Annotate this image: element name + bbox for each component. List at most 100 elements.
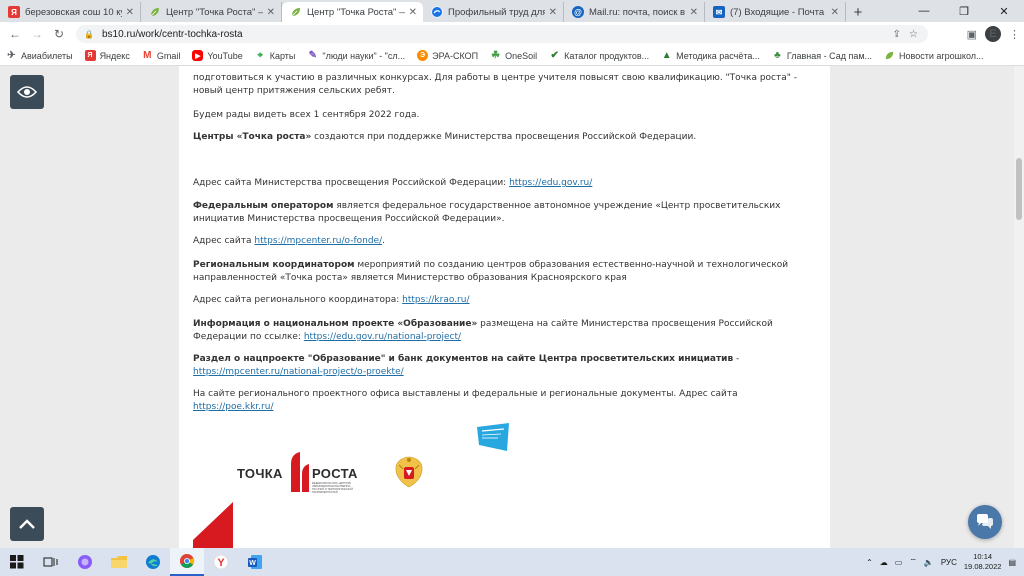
url-text: bs10.ru/work/centr-tochka-rosta (102, 28, 243, 40)
browser-tab[interactable]: Я березовская сош 10 курат ✕ (0, 2, 141, 22)
bookmark-item[interactable]: Новости агрошкол... (884, 50, 984, 61)
yandex-browser-icon[interactable]: Y (204, 548, 238, 576)
windows-taskbar: Y W ⌃ ☁ ▭ ⌔ 🔈 РУС 10:14 19.08.2022 ▤ (0, 548, 1024, 576)
mail-envelope-icon: ✉ (713, 6, 725, 18)
browser-tab[interactable]: @ Mail.ru: почта, поиск в инт ✕ (564, 2, 705, 22)
national-project-link[interactable]: https://edu.gov.ru/national-project/ (304, 332, 461, 342)
word-icon[interactable]: W (238, 548, 272, 576)
method-icon: ▲ (661, 50, 672, 61)
article-paragraph: Информация о национальном проекте «Образ… (193, 319, 773, 342)
network-icon[interactable]: ⌔ (909, 557, 917, 567)
yandex-icon: Я (8, 6, 20, 18)
article-paragraph: Будем рады видеть всех 1 сентября 2022 г… (193, 110, 420, 120)
close-window-icon[interactable]: ✕ (984, 0, 1024, 22)
volume-icon[interactable]: 🔈 (924, 558, 934, 567)
leaf-icon (149, 6, 161, 18)
accessibility-eye-button[interactable] (10, 75, 44, 109)
bookmark-item[interactable]: ☘ OneSoil (490, 50, 537, 61)
scroll-to-top-button[interactable] (10, 507, 44, 541)
close-tab-icon[interactable]: ✕ (267, 7, 275, 18)
address-bar[interactable]: 🔒 bs10.ru/work/centr-tochka-rosta ⇪ ☆ (76, 25, 928, 43)
onesoil-icon: ☘ (491, 50, 501, 61)
tab-title: Профильный труд для уча (448, 6, 545, 18)
page-viewport: подготовиться к участию в различных конк… (0, 66, 1014, 548)
browser-tab[interactable]: Центр "Точка Роста" — Му ✕ (141, 2, 282, 22)
close-tab-icon[interactable]: ✕ (831, 7, 839, 18)
article-paragraph: На сайте регионального проектного офиса … (193, 389, 738, 412)
notification-icon[interactable]: ▤ (1008, 558, 1016, 567)
coat-of-arms-emblem (393, 455, 425, 489)
article-paragraph: Адрес сайта https://mpcenter.ru/o-fonde/… (193, 236, 385, 246)
tab-title: Центр "Точка Роста" — Му (307, 6, 405, 18)
article-paragraph: Адрес сайта Министерства просвещения Рос… (193, 178, 593, 188)
back-arrow-icon[interactable]: ← (4, 23, 26, 45)
red-decor-shape (193, 502, 233, 548)
chat-button[interactable] (968, 505, 1002, 539)
start-icon[interactable] (0, 548, 34, 576)
file-explorer-icon[interactable] (102, 548, 136, 576)
cortana-icon[interactable] (68, 548, 102, 576)
clock[interactable]: 10:14 19.08.2022 (964, 552, 1002, 572)
close-tab-icon[interactable]: ✕ (126, 7, 134, 18)
sidebar-icon[interactable]: ▣ (967, 28, 977, 41)
maximize-icon[interactable]: ❐ (944, 0, 984, 22)
reload-icon[interactable]: ↻ (48, 23, 70, 45)
logo-tagline: ФЕДЕРАЛЬНАЯ СЕТЬ ЦЕНТРОВ ОБРАЗОВАНИЯ ЕСТ… (312, 482, 353, 494)
minimize-icon[interactable]: — (904, 0, 944, 22)
forward-arrow-icon[interactable]: → (26, 23, 48, 45)
logo-word-left: ТОЧКА (237, 466, 283, 481)
bookmark-item[interactable]: ⌖ Карты (255, 50, 295, 61)
task-view-icon[interactable] (34, 548, 68, 576)
mpcenter-fonde-link[interactable]: https://mpcenter.ru/o-fonde/ (254, 236, 382, 246)
chevron-up-icon[interactable]: ⌃ (866, 558, 873, 567)
bookmark-star-icon[interactable]: ☆ (909, 29, 918, 40)
bookmark-item[interactable]: ▲ Методика расчёта... (661, 50, 760, 61)
bookmark-item[interactable]: Я Яндекс (84, 50, 130, 61)
edge-icon[interactable] (136, 548, 170, 576)
mpcenter-national-project-link[interactable]: https://mpcenter.ru/national-project/o-p… (193, 367, 404, 377)
scrollbar-thumb[interactable] (1016, 158, 1022, 220)
close-tab-icon[interactable]: ✕ (690, 7, 698, 18)
browser-toolbar: ← → ↻ 🔒 bs10.ru/work/centr-tochka-rosta … (0, 22, 1024, 46)
article-paragraph: Раздел о нацпроекте "Образование" и банк… (193, 354, 740, 377)
share-icon[interactable]: ⇪ (893, 29, 901, 40)
bookmark-item[interactable]: ✔ Каталог продуктов... (549, 50, 649, 61)
new-tab-button[interactable]: + (846, 2, 870, 22)
browser-tab-active[interactable]: Центр "Точка Роста" — Му ✕ (282, 2, 423, 22)
logo-word-right: РОСТА (312, 466, 358, 481)
tochka-rosta-logo: ТОЧКА РОСТА ФЕДЕРАЛЬНАЯ СЕТЬ ЦЕНТРОВ ОБР… (237, 452, 357, 496)
bookmark-item[interactable]: Э ЭРА-СКОП (417, 50, 478, 61)
clock-time: 10:14 (973, 552, 993, 561)
clock-date: 19.08.2022 (963, 562, 1002, 571)
menu-dots-icon[interactable]: ⋮ (1009, 28, 1020, 41)
bookmark-item[interactable]: ▶ YouTube (192, 50, 243, 61)
national-project-logo (473, 421, 513, 453)
lock-icon[interactable]: 🔒 (84, 30, 96, 39)
krao-link[interactable]: https://krao.ru/ (402, 295, 469, 305)
edu-gov-link[interactable]: https://edu.gov.ru/ (509, 178, 592, 188)
yandex-icon: Я (84, 50, 96, 61)
poe-kkr-link[interactable]: https://poe.kkr.ru/ (193, 402, 273, 412)
article-paragraph: Федеральным оператором является федераль… (193, 201, 781, 224)
edge-doc-icon (431, 6, 443, 18)
bookmark-item[interactable]: M Gmail (142, 50, 180, 61)
era-icon: Э (417, 50, 429, 61)
profile-avatar[interactable]: E (985, 26, 1001, 42)
browser-tab[interactable]: ✉ (7) Входящие - Почта Mail. ✕ (705, 2, 846, 22)
bookmark-item[interactable]: ♣ Главная - Сад пам... (772, 50, 872, 61)
close-tab-icon[interactable]: ✕ (409, 7, 417, 18)
leaf-icon (884, 50, 895, 61)
bookmark-item[interactable]: ✈ Авиабилеты (6, 50, 72, 61)
onedrive-cloud-icon[interactable]: ☁ (880, 558, 888, 567)
browser-tab[interactable]: Профильный труд для уча ✕ (423, 2, 564, 22)
tab-title: Центр "Точка Роста" — Му (166, 6, 263, 18)
bookmark-item[interactable]: ✎ "люди науки" - "сл... (307, 50, 405, 61)
close-tab-icon[interactable]: ✕ (549, 7, 557, 18)
page-scrollbar[interactable] (1014, 66, 1024, 548)
chrome-icon[interactable] (170, 548, 204, 576)
article-paragraph: подготовиться к участию в различных конк… (193, 73, 797, 96)
article-paragraph: Центры «Точка роста» создаются при подде… (193, 132, 697, 142)
language-indicator[interactable]: РУС (941, 558, 957, 567)
tab-title: Mail.ru: почта, поиск в инт (589, 6, 686, 18)
battery-icon[interactable]: ▭ (895, 558, 903, 567)
